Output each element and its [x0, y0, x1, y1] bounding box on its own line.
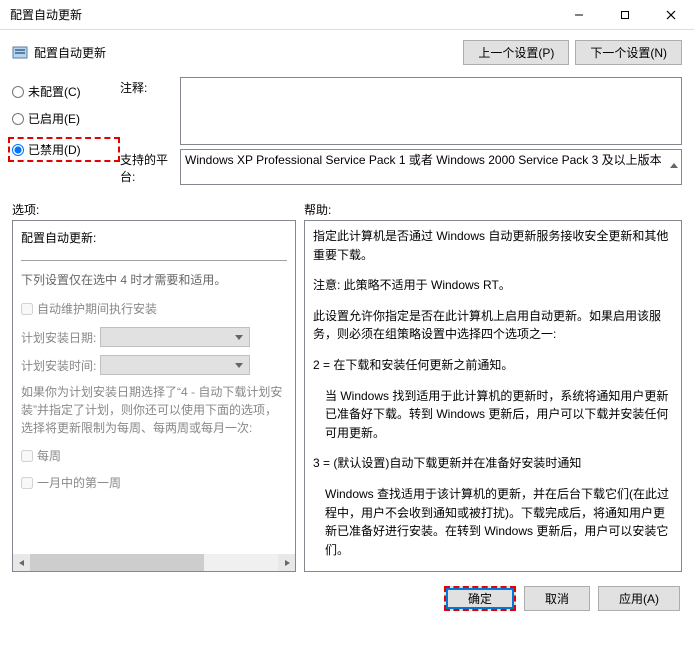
platform-label: 支持的平台: — [120, 149, 180, 185]
comment-input[interactable] — [180, 77, 682, 145]
chk-weekly — [21, 450, 33, 462]
chk-first-week — [21, 477, 33, 489]
header: 配置自动更新 上一个设置(P) 下一个设置(N) — [0, 30, 694, 71]
sched-time-label: 计划安装时间: — [21, 357, 96, 374]
help-p2: 注意: 此策略不适用于 Windows RT。 — [313, 276, 673, 295]
radio-not-configured-input[interactable] — [12, 86, 24, 98]
chk-auto-maint-label: 自动维护期间执行安装 — [37, 300, 157, 317]
radio-enabled[interactable]: 已启用(E) — [12, 110, 120, 127]
scroll-track[interactable] — [30, 554, 278, 571]
page-title: 配置自动更新 — [34, 44, 457, 61]
radio-enabled-input[interactable] — [12, 113, 24, 125]
radio-not-configured[interactable]: 未配置(C) — [12, 83, 120, 100]
help-p1: 指定此计算机是否通过 Windows 自动更新服务接收安全更新和其他重要下载。 — [313, 227, 673, 264]
platform-row: 支持的平台: Windows XP Professional Service P… — [120, 149, 682, 185]
platform-box[interactable]: Windows XP Professional Service Pack 1 或… — [180, 149, 682, 185]
scroll-thumb[interactable] — [30, 554, 204, 571]
chk-auto-maint-row[interactable]: 自动维护期间执行安装 — [21, 300, 287, 317]
comment-label: 注释: — [120, 77, 180, 145]
help-p6: 3 = (默认设置)自动下载更新并在准备好安装时通知 — [313, 454, 673, 473]
options-hscrollbar[interactable] — [13, 554, 295, 571]
sched-time-row: 计划安装时间: — [21, 355, 287, 375]
prev-setting-button[interactable]: 上一个设置(P) — [463, 40, 569, 65]
maximize-button[interactable] — [602, 0, 648, 30]
radio-enabled-label: 已启用(E) — [28, 110, 80, 127]
sched-time-select[interactable] — [100, 355, 250, 375]
footer: 确定 取消 应用(A) — [0, 576, 694, 621]
scroll-right-icon[interactable] — [278, 554, 295, 571]
window-title: 配置自动更新 — [10, 6, 556, 23]
radio-not-configured-label: 未配置(C) — [28, 83, 81, 100]
middle-section: 配置自动更新: 下列设置仅在选中 4 时才需要和适用。 自动维护期间执行安装 计… — [0, 220, 694, 576]
state-radio-group: 未配置(C) 已启用(E) 已禁用(D) — [12, 77, 120, 189]
chk-auto-maint — [21, 303, 33, 315]
next-setting-button[interactable]: 下一个设置(N) — [575, 40, 682, 65]
scroll-up-icon[interactable] — [669, 160, 679, 174]
options-note: 下列设置仅在选中 4 时才需要和适用。 — [21, 271, 287, 288]
cancel-button[interactable]: 取消 — [524, 586, 590, 611]
options-title: 配置自动更新: — [21, 229, 287, 246]
help-content: 指定此计算机是否通过 Windows 自动更新服务接收安全更新和其他重要下载。 … — [305, 221, 681, 572]
minimize-button[interactable] — [556, 0, 602, 30]
chk-weekly-label: 每周 — [37, 447, 61, 464]
radio-disabled-input[interactable] — [12, 144, 24, 156]
apply-button[interactable]: 应用(A) — [598, 586, 680, 611]
help-p5: 当 Windows 找到适用于此计算机的更新时，系统将通知用户更新已准备好下载。… — [313, 387, 673, 443]
options-content: 配置自动更新: 下列设置仅在选中 4 时才需要和适用。 自动维护期间执行安装 计… — [13, 221, 295, 509]
title-bar: 配置自动更新 — [0, 0, 694, 30]
policy-icon — [12, 45, 28, 61]
options-label: 选项: — [12, 201, 304, 218]
options-desc: 如果你为计划安装日期选择了“4 - 自动下载计划安装”并指定了计划，则你还可以使… — [21, 383, 287, 437]
ok-button[interactable]: 确定 — [444, 586, 516, 611]
close-button[interactable] — [648, 0, 694, 30]
chk-weekly-row[interactable]: 每周 — [21, 447, 287, 464]
help-p4: 2 = 在下载和安装任何更新之前通知。 — [313, 356, 673, 375]
options-panel: 配置自动更新: 下列设置仅在选中 4 时才需要和适用。 自动维护期间执行安装 计… — [12, 220, 296, 572]
highlight-disabled: 已禁用(D) — [8, 137, 120, 162]
help-panel[interactable]: 指定此计算机是否通过 Windows 自动更新服务接收安全更新和其他重要下载。 … — [304, 220, 682, 572]
chk-first-week-row[interactable]: 一月中的第一周 — [21, 474, 287, 491]
sched-day-row: 计划安装日期: — [21, 327, 287, 347]
top-section: 未配置(C) 已启用(E) 已禁用(D) 注释: 支持的平台: Windows … — [0, 71, 694, 193]
sched-day-label: 计划安装日期: — [21, 329, 96, 346]
radio-disabled[interactable]: 已禁用(D) — [12, 141, 112, 158]
scroll-left-icon[interactable] — [13, 554, 30, 571]
comment-row: 注释: — [120, 77, 682, 145]
platform-text: Windows XP Professional Service Pack 1 或… — [185, 153, 662, 167]
meta-column: 注释: 支持的平台: Windows XP Professional Servi… — [120, 77, 682, 189]
chk-first-week-label: 一月中的第一周 — [37, 474, 121, 491]
help-p3: 此设置允许你指定是否在此计算机上启用自动更新。如果启用该服务，则必须在组策略设置… — [313, 307, 673, 344]
divider — [21, 260, 287, 261]
help-label: 帮助: — [304, 201, 331, 218]
section-labels: 选项: 帮助: — [0, 193, 694, 220]
radio-disabled-label: 已禁用(D) — [28, 141, 81, 158]
help-p7: Windows 查找适用于该计算机的更新，并在后台下载它们(在此过程中，用户不会… — [313, 485, 673, 559]
sched-day-select[interactable] — [100, 327, 250, 347]
